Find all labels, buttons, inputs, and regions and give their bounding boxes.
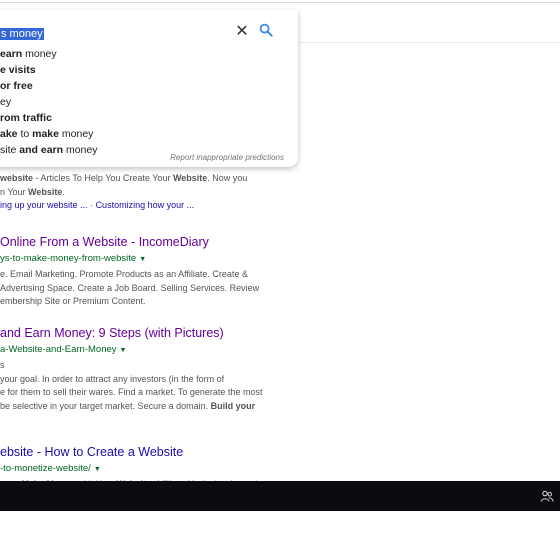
result-4-title[interactable]: ebsite - How to Create a Website bbox=[0, 444, 257, 460]
text-run: . bbox=[62, 186, 65, 197]
browser-top-border bbox=[0, 2, 560, 3]
sitelink-2[interactable]: Customizing how your ... bbox=[96, 200, 195, 210]
text-run: money bbox=[58, 128, 94, 140]
text-run: Website bbox=[28, 186, 63, 197]
result-1-snippet: website - Articles To Help You Create Yo… bbox=[0, 172, 247, 199]
suggestion-item[interactable]: earn money bbox=[0, 46, 290, 62]
result-4-url[interactable]: -to-monetize-website/▼ bbox=[0, 462, 257, 476]
snippet-line: s bbox=[0, 359, 262, 373]
autocomplete-dropdown: s money ✕ earn money e visits or free ey rom… bbox=[0, 10, 298, 167]
taskbar bbox=[0, 481, 560, 511]
result-2-snippet: e. Email Marketing. Promote Products as … bbox=[0, 268, 259, 309]
text-run: Website bbox=[172, 173, 208, 183]
text-run: your goal. In order to attract any inves… bbox=[0, 373, 225, 384]
result-3-snippet: s your goal. In order to attract any inv… bbox=[0, 359, 262, 413]
text-run: ey bbox=[0, 96, 12, 108]
text-run: to bbox=[17, 128, 33, 140]
snippet-line: e. Email Marketing. Promote Products as … bbox=[0, 268, 259, 282]
text-run: e. Email Marketing. Promote Products as … bbox=[0, 269, 248, 279]
snippet-line: embership Site or Premium Content. bbox=[0, 295, 259, 309]
snippet-line: be selective in your target market. Secu… bbox=[0, 400, 262, 414]
text-run: Build your bbox=[210, 400, 256, 411]
text-run: e for them to sell their wares. Find a m… bbox=[0, 387, 263, 397]
search-input[interactable]: s money bbox=[0, 26, 44, 42]
snippet-line: your goal. In order to attract any inves… bbox=[0, 373, 262, 387]
report-predictions-link[interactable]: Report inappropriate predictions bbox=[170, 153, 284, 162]
text-run: money bbox=[22, 48, 57, 60]
suggestion-item[interactable]: ake to make money bbox=[0, 126, 290, 142]
text-run: and earn bbox=[19, 144, 64, 156]
result-2-url[interactable]: ys-to-make-money-from-website ▼ bbox=[0, 252, 259, 266]
close-icon[interactable]: ✕ bbox=[234, 24, 250, 40]
result-2: Online From a Website - IncomeDiary ys-t… bbox=[0, 234, 259, 309]
text-run: or free bbox=[0, 80, 33, 92]
text-run: make bbox=[32, 128, 59, 140]
text-run: embership Site or Premium Content. bbox=[0, 296, 146, 306]
suggestion-item[interactable]: e visits bbox=[0, 62, 290, 78]
snippet-line: Advertising Space. Create a Job Board. S… bbox=[0, 282, 259, 296]
text-run: s bbox=[0, 360, 5, 370]
people-icon[interactable] bbox=[540, 489, 554, 503]
text-run: be selective in your target market. Secu… bbox=[0, 400, 211, 411]
snippet-line: n Your Website. bbox=[0, 186, 247, 200]
snippet-line: e for them to sell their wares. Find a m… bbox=[0, 386, 262, 400]
result-3-title[interactable]: and Earn Money: 9 Steps (with Pictures) bbox=[0, 325, 262, 341]
result-2-title[interactable]: Online From a Website - IncomeDiary bbox=[0, 234, 259, 250]
result-3-url[interactable]: a-Website-and-Earn-Money ▼ bbox=[0, 343, 262, 357]
snippet-line: website - Articles To Help You Create Yo… bbox=[0, 172, 247, 186]
text-run: n Your bbox=[0, 186, 29, 197]
selected-query-text[interactable]: s money bbox=[0, 28, 44, 40]
result-3: and Earn Money: 9 Steps (with Pictures) … bbox=[0, 325, 262, 413]
text-run: site bbox=[0, 144, 20, 156]
suggestion-item[interactable]: ey bbox=[0, 94, 290, 110]
text-run: earn bbox=[0, 48, 23, 60]
text-run: money bbox=[63, 144, 98, 156]
text-run: website bbox=[0, 173, 34, 183]
search-icon[interactable] bbox=[259, 23, 275, 39]
result-1-sitelinks: ing up your website ... · Customizing ho… bbox=[0, 200, 195, 210]
suggestion-list: earn money e visits or free ey rom traffic ak… bbox=[0, 46, 290, 158]
suggestion-item[interactable]: rom traffic bbox=[0, 110, 290, 126]
suggestion-item[interactable]: or free bbox=[0, 78, 290, 94]
text-run: ake bbox=[0, 128, 18, 140]
text-run: rom traffic bbox=[0, 112, 52, 124]
text-run: Advertising Space. Create a Job Board. S… bbox=[0, 282, 260, 293]
text-run: e visits bbox=[0, 64, 36, 76]
sitelink-1[interactable]: ing up your website ... bbox=[0, 200, 88, 210]
text-run: - Articles To Help You Create Your bbox=[33, 173, 173, 183]
text-run: . Now you bbox=[207, 173, 248, 183]
